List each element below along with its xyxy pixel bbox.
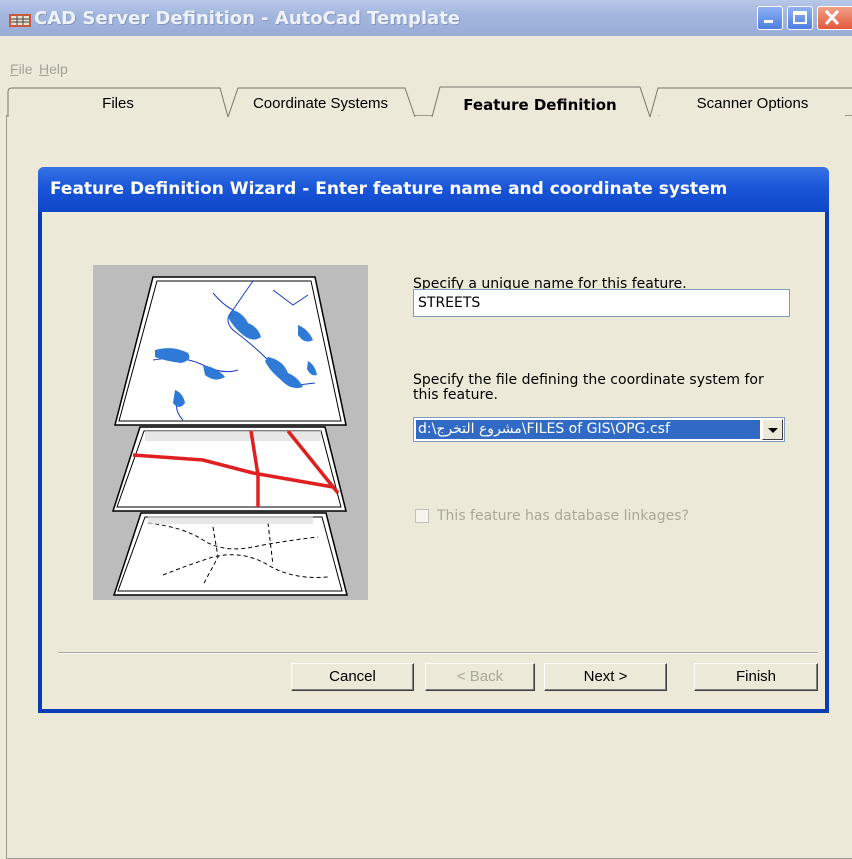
tab-scanner-options-label: Scanner Options	[696, 95, 809, 112]
window-title: CAD Server Definition - AutoCad Template	[34, 8, 461, 29]
coordinate-system-select[interactable]: d:\مشروع التخرج\FILES of GIS\OPG.csf	[413, 417, 785, 442]
layered-map-illustration	[93, 265, 368, 600]
database-linkages-checkbox[interactable]	[415, 509, 429, 523]
wizard-title: Feature Definition Wizard - Enter featur…	[50, 179, 728, 199]
maximize-icon	[793, 11, 807, 24]
close-button[interactable]	[817, 6, 852, 30]
tab-feature-definition-label: Feature Definition	[463, 96, 617, 114]
maximize-button[interactable]	[787, 6, 813, 30]
coordinate-system-dropdown-button[interactable]	[762, 419, 783, 440]
feature-definition-wizard: Feature Definition Wizard - Enter featur…	[38, 167, 829, 713]
coordinate-system-label: Specify the file defining the coordinate…	[413, 372, 764, 403]
minimize-button[interactable]	[757, 6, 783, 30]
map-layers-icon	[111, 276, 348, 596]
menu-help[interactable]: Help	[39, 61, 68, 77]
menu-file[interactable]: File	[10, 61, 33, 77]
button-separator	[58, 652, 818, 654]
minimize-icon	[764, 20, 773, 23]
menu-bar	[0, 36, 852, 58]
wizard-header: Feature Definition Wizard - Enter featur…	[38, 167, 829, 212]
coordinate-system-value: d:\مشروع التخرج\FILES of GIS\OPG.csf	[416, 420, 760, 439]
wizard-body: Specify a unique name for this feature. …	[42, 212, 825, 709]
back-button[interactable]: < Back	[425, 663, 535, 691]
app-window-icon	[9, 14, 31, 27]
cancel-button[interactable]: Cancel	[291, 663, 414, 691]
tab-files[interactable]: Files	[18, 91, 218, 116]
tab-feature-definition[interactable]: Feature Definition	[440, 91, 640, 116]
finish-button[interactable]: Finish	[694, 663, 818, 691]
tab-coordinate-systems[interactable]: Coordinate Systems	[238, 91, 403, 116]
title-bar: CAD Server Definition - AutoCad Template	[0, 0, 852, 36]
database-linkages-label: This feature has database linkages?	[437, 508, 689, 524]
close-icon	[824, 9, 840, 26]
menu-help-rest: elp	[49, 61, 68, 77]
menu-help-accel: H	[39, 61, 50, 77]
menu-file-rest: ile	[18, 61, 33, 77]
tab-files-label: Files	[102, 95, 134, 112]
tab-scanner-options[interactable]: Scanner Options	[660, 91, 845, 116]
tab-coordinate-systems-label: Coordinate Systems	[252, 95, 389, 112]
menu-file-accel: F	[10, 61, 19, 77]
chevron-down-icon	[768, 428, 778, 433]
next-button[interactable]: Next >	[544, 663, 667, 691]
feature-name-input[interactable]	[413, 289, 790, 317]
